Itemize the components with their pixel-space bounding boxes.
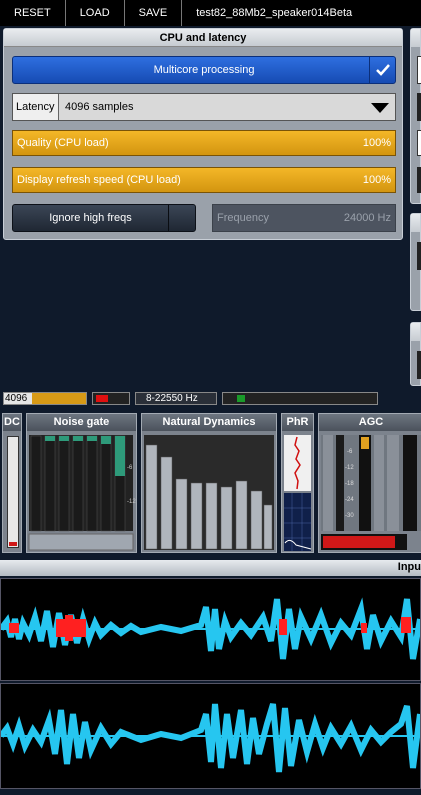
quality-slider[interactable]: Quality (CPU load) 100% <box>12 130 396 156</box>
load-button[interactable]: LOAD <box>66 0 125 26</box>
save-button[interactable]: SAVE <box>125 0 183 26</box>
agc-scale-30: -30 <box>345 513 354 519</box>
ignore-high-freqs-button[interactable]: Ignore high freqs <box>12 204 196 232</box>
agc-scale-24: -24 <box>345 497 354 503</box>
panel-title: CPU and latency <box>4 29 402 47</box>
natural-dynamics-bars <box>144 435 274 550</box>
reset-button[interactable]: RESET <box>0 0 66 26</box>
dropdown-arrow-icon <box>371 103 389 113</box>
waveform-channel-1[interactable] <box>0 578 421 681</box>
display-refresh-slider[interactable]: Display refresh speed (CPU load) 100% <box>12 167 396 193</box>
frequency-range: 8-22550 Hz <box>135 392 217 405</box>
agc-scale-6: -6 <box>347 449 353 455</box>
waveform-2 <box>0 703 421 773</box>
checkmark-icon <box>369 57 395 83</box>
agc-meters: -6 -12 -18 -24 -30 <box>321 435 421 550</box>
multicore-toggle[interactable]: Multicore processing <box>12 56 396 84</box>
cpu-meter <box>92 392 130 405</box>
agc-module[interactable]: AGC -6 -12 -18 -24 -30 <box>318 413 421 553</box>
buffer-value: 4096 <box>4 393 32 404</box>
phr-title: PhR <box>282 414 313 431</box>
frequency-label: Frequency <box>217 212 269 224</box>
button-divider <box>168 205 169 231</box>
display-refresh-value: 100% <box>362 174 391 186</box>
noise-gate-module[interactable]: Noise gate -6 -12 <box>26 413 137 553</box>
side-panel-top <box>410 28 421 204</box>
agc-scale-12: -12 <box>345 465 354 471</box>
latency-value: 4096 samples <box>65 101 134 113</box>
waveform-title: Inpu <box>397 561 421 573</box>
quality-label: Quality (CPU load) <box>17 137 109 149</box>
natural-dynamics-module[interactable]: Natural Dynamics <box>141 413 277 553</box>
multicore-label: Multicore processing <box>153 64 255 76</box>
agc-scale-18: -18 <box>345 481 354 487</box>
ignore-high-freqs-label: Ignore high freqs <box>49 212 132 224</box>
buffer-meter: 4096 <box>3 392 87 405</box>
dc-module[interactable]: DC <box>2 413 22 553</box>
waveform-header: Inpu <box>0 560 421 576</box>
waveform-1 <box>0 597 421 660</box>
side-panel-bottom <box>410 322 421 386</box>
cpu-latency-panel: CPU and latency Multicore processing Lat… <box>3 28 403 240</box>
frequency-value: 24000 Hz <box>343 212 391 224</box>
phr-display <box>284 435 312 551</box>
level-meter <box>222 392 378 405</box>
waveform-channel-2[interactable] <box>0 683 421 789</box>
latency-select[interactable]: Latency 4096 samples <box>12 93 396 121</box>
noise-gate-scale-6: -6 <box>127 465 133 471</box>
display-refresh-label: Display refresh speed (CPU load) <box>17 174 181 186</box>
natural-dynamics-title: Natural Dynamics <box>142 414 276 431</box>
agc-title: AGC <box>319 414 421 431</box>
dc-title: DC <box>3 414 21 431</box>
noise-gate-meters: -6 -12 <box>28 435 136 551</box>
quality-value: 100% <box>362 137 391 149</box>
top-toolbar: RESET LOAD SAVE test82_88Mb2_speaker014B… <box>0 0 421 26</box>
side-panel-middle <box>410 213 421 311</box>
phr-module[interactable]: PhR <box>281 413 314 553</box>
frequency-field[interactable]: Frequency 24000 Hz <box>212 204 396 232</box>
noise-gate-scale-12: -12 <box>127 499 136 505</box>
preset-title: test82_88Mb2_speaker014Beta <box>196 7 353 19</box>
noise-gate-title: Noise gate <box>27 414 136 431</box>
latency-label: Latency <box>13 94 59 120</box>
